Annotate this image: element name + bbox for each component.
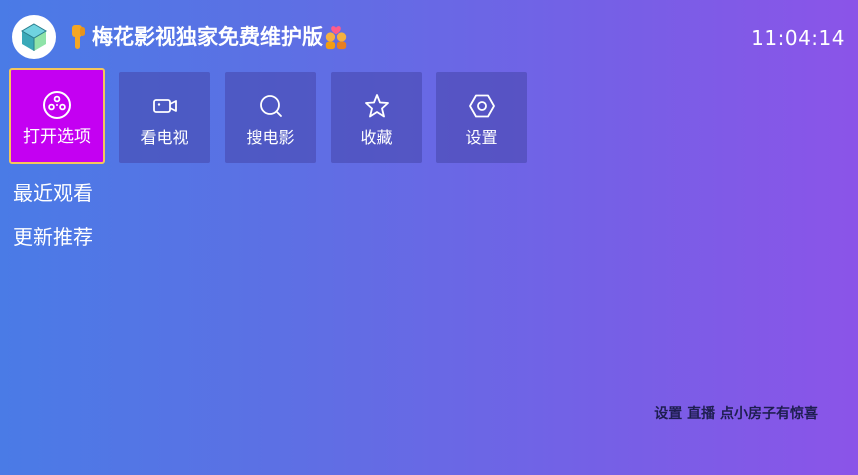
menu-item-search-movie[interactable]: 搜电影 [225, 72, 316, 163]
pointing-down-hand-icon [72, 25, 85, 49]
menu-item-label: 打开选项 [23, 127, 91, 147]
hexagon-settings-icon [468, 94, 495, 118]
clock: 11:04:14 [751, 26, 845, 50]
app-title: 梅花影视独家免费维护版 [66, 22, 349, 52]
app-title-text: 梅花影视独家免费维护版 [92, 25, 323, 49]
menu-item-label: 收藏 [360, 128, 393, 147]
video-camera-icon [152, 99, 177, 113]
menu-item-open-options[interactable]: 打开选项 [9, 68, 105, 164]
section-recommended-updates[interactable]: 更新推荐 [13, 224, 93, 250]
menu-item-label: 设置 [465, 128, 498, 147]
cube-logo-icon [21, 23, 47, 51]
menu-item-label: 看电视 [140, 128, 189, 147]
section-recent-watched[interactable]: 最近观看 [13, 180, 93, 206]
app-logo[interactable] [12, 15, 56, 59]
menu-item-label: 搜电影 [246, 128, 295, 147]
film-reel-icon [43, 91, 71, 119]
star-icon [364, 94, 389, 118]
menu-item-favorites[interactable]: 收藏 [331, 72, 422, 163]
couple-with-heart-icon [325, 26, 347, 50]
footer-hint: 设置 直播 点小房子有惊喜 [654, 406, 818, 422]
search-icon [259, 95, 282, 117]
header: 梅花影视独家免费维护版 11:04:14 [0, 0, 858, 70]
menu-item-watch-tv[interactable]: 看电视 [119, 72, 210, 163]
menu-item-settings[interactable]: 设置 [436, 72, 527, 163]
